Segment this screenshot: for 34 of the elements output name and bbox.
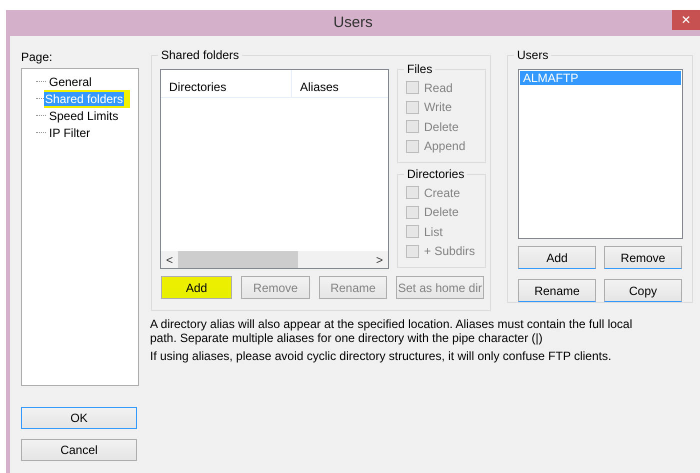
checkbox-label: + Subdirs (424, 243, 476, 260)
ok-button[interactable]: OK (21, 407, 137, 429)
checkbox-label: Create (424, 184, 460, 202)
checkbox-label: Write (424, 99, 452, 116)
checkbox-label: Delete (424, 204, 459, 222)
group-title: Directories (404, 167, 468, 181)
tree-item[interactable]: Speed Limits (48, 108, 120, 122)
column-header[interactable]: Aliases (292, 70, 387, 97)
checkbox-label: Read (424, 80, 453, 97)
checkbox-label: Delete (424, 118, 459, 136)
checkbox-label: Append (424, 138, 466, 156)
page-label: Page: (21, 50, 54, 64)
user-action-button[interactable]: Copy (604, 279, 682, 302)
scroll-thumb[interactable] (178, 251, 298, 268)
checkbox-label: List (424, 224, 443, 241)
tree-item[interactable]: IP Filter (48, 126, 92, 140)
scroll-left-arrow[interactable]: < (161, 250, 178, 268)
user-action-button[interactable]: Rename (518, 279, 596, 302)
close-button[interactable]: ✕ (672, 10, 700, 30)
folder-action-button[interactable]: Add (161, 276, 232, 299)
window-title: Users (333, 14, 373, 31)
user-action-button[interactable]: Add (518, 246, 596, 269)
tree-item[interactable]: General (48, 74, 93, 88)
group-title: Users (514, 48, 552, 62)
group-title: Files (404, 62, 436, 76)
help-text: If using aliases, please avoid cyclic directory structures, it will only confuse FTP clients. (150, 349, 612, 363)
horizontal-scrollbar[interactable]: < > (161, 251, 388, 268)
help-text: A directory alias will also appear at the specified location. Aliases must contain the full local path. Separate multiple aliases for one directory with the pipe character (|) (150, 317, 634, 345)
folder-list[interactable]: Directories Aliases < > (160, 69, 389, 269)
column-header[interactable]: Directories (161, 70, 292, 97)
user-action-button[interactable]: Remove (604, 246, 682, 269)
cancel-button[interactable]: Cancel (21, 439, 137, 461)
scroll-right-arrow[interactable]: > (371, 250, 388, 268)
group-title: Shared folders (158, 48, 242, 62)
